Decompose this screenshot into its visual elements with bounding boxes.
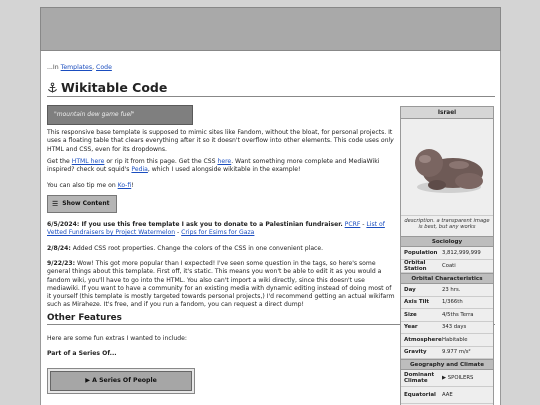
intro-emphasis: only [380,137,394,145]
intro-paragraph: This responsive base template is suppose… [47,129,397,154]
tip-paragraph: You can also tip me on Ko-fi! [47,182,397,190]
infobox-value: AAE [442,392,453,398]
infobox-label: Orbital Station [404,259,427,273]
breadcrumb-prefix: ...In [47,64,59,71]
series-of-people-button[interactable]: ▶ A Series Of People [50,371,192,391]
infobox-title: Israel [401,107,493,119]
page-title: Wikitable Code [61,80,168,95]
infobox-label: Population [404,249,438,256]
update-2024-paragraph: 6/5/2024: If you use this free template … [47,221,397,238]
other-features-intro: Here are some fun extras I wanted to inc… [47,335,187,342]
update-9-22-23-paragraph: 9/22/23: Wow! This got more popular than… [47,260,397,310]
anchor-icon [48,82,57,93]
infobox-label: Equatorial [404,391,436,398]
infobox-value: 4/5ths Terra [442,311,474,318]
tip-text: You can also tip me on [47,182,118,189]
infobox-section-orbital: Orbital Characteristics [401,273,493,284]
tip-end: ! [131,182,134,189]
infobox-value: 3,812,999,999 [442,250,481,256]
get-text-1: Get the [47,158,72,165]
infobox-label: Atmosphere [404,336,442,343]
infobox-value: 1/366th [442,299,463,306]
html-link[interactable]: HTML here [72,158,105,165]
update-2-8-24-paragraph: 2/8/24: Added CSS root properties. Chang… [47,245,397,253]
breadcrumb-link-code[interactable]: Code [96,64,112,71]
infobox-value: Coati [442,263,456,269]
infobox-row: Population 3,812,999,999 [401,247,493,260]
infobox-label: Gravity [404,349,427,355]
intro-text-1: This responsive base template is suppose… [47,129,393,145]
infobox-section-sociology: Sociology [401,236,493,247]
hamburger-icon: ☰ [52,199,59,208]
infobox-row: Equatorial AAE [401,387,493,404]
infobox-section-geography: Geography and Climate [401,359,493,370]
infobox-row: Axis Tilt 1/366th [401,297,493,309]
update-2-8-24-date: 2/8/24: [47,245,71,252]
breadcrumb: ...In Templates, Code [47,64,112,71]
breadcrumb-link-templates[interactable]: Templates [61,64,92,71]
infobox-value: 343 days [442,324,467,331]
infobox-label: Dominant Climate [404,371,435,385]
css-link[interactable]: here [217,158,231,165]
infobox-row: Gravity 9.977 m/s² [401,347,493,359]
update-2024-text: 6/5/2024: If you use this free template … [47,221,343,228]
infobox: Israel description. a transparent image … [400,106,494,405]
update-2-8-24-text: Added CSS root properties. Change the co… [70,245,324,252]
blob-figure-icon [401,119,493,216]
get-links-paragraph: Get the HTML here or rip it from this pa… [47,158,397,175]
show-content-label: Show Content [62,199,110,207]
get-text-2: or rip it from this page. Get the CSS [104,158,218,165]
infobox-value: 23 hrs. [442,286,461,293]
quote-text: "mountain dew game fuel" [54,110,135,118]
infobox-value: 9.977 m/s² [442,349,471,356]
infobox-value: Habitable [442,336,468,343]
title-row: Wikitable Code [47,79,495,97]
esims-link[interactable]: Crips for Esims for Gaza [181,229,254,236]
site-header-banner [40,7,501,51]
infobox-row: Dominant Climate ▶ SPOILERS [401,370,493,387]
page-content-area: ...In Templates, Code Wikitable Code "mo… [40,51,501,405]
infobox-label: Year [404,324,418,330]
infobox-row: Year 343 days [401,322,493,334]
quote-box: "mountain dew game fuel" [47,105,193,125]
series-container: ▶ A Series Of People [47,368,195,394]
pcrf-link[interactable]: PCRF [345,221,361,228]
pedia-link[interactable]: Pedia [131,166,148,173]
kofi-link[interactable]: Ko-fi [118,182,132,189]
infobox-label: Size [404,311,417,318]
show-content-button[interactable]: ☰ Show Content [47,195,117,213]
update-9-22-23-date: 9/22/23: [47,260,76,267]
main-content: "mountain dew game fuel" This responsive… [47,105,495,394]
infobox-caption: description. a transparent image is best… [404,218,490,231]
infobox-label: Day [404,286,416,293]
infobox-label: Axis Tilt [404,299,430,305]
intro-text-2: HTML and CSS, even for its dropdowns. [47,145,167,153]
infobox-row: Orbital Station Coati [401,260,493,273]
infobox-row: Atmosphere Habitable [401,334,493,347]
series-heading: Part of a Series Of... [47,350,117,357]
infobox-row: Day 23 hrs. [401,284,493,297]
get-text-4: , which I used alongside wikitable in th… [147,166,301,174]
infobox-row: Size 4/5ths Terra [401,309,493,322]
spoilers-toggle[interactable]: ▶ SPOILERS [439,375,493,381]
infobox-image [415,149,483,193]
update-9-22-23-text: Wow! This got more popular than I expect… [47,260,395,309]
